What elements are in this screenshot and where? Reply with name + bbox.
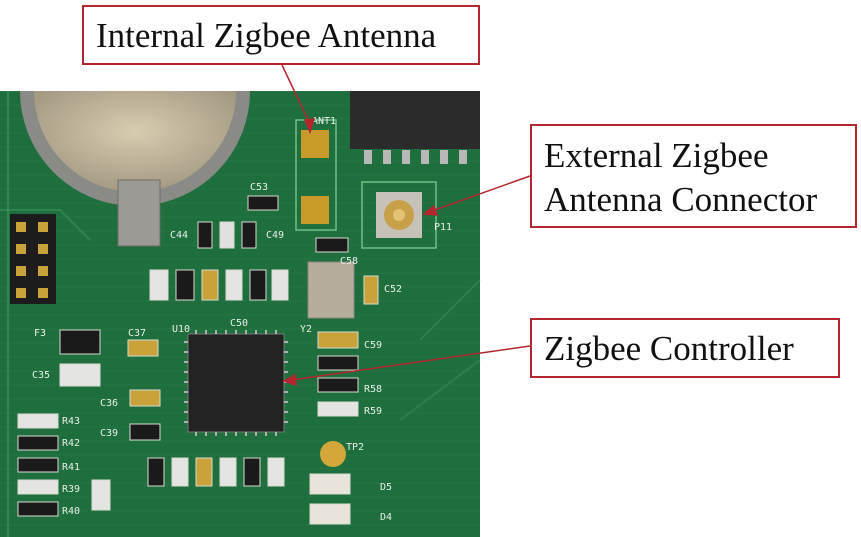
crystal-oscillator <box>307 261 355 319</box>
silk-r42: R42 <box>62 438 80 449</box>
silk-r40: R40 <box>62 506 80 517</box>
silk-tp2: TP2 <box>346 442 364 453</box>
silk-c53: C53 <box>250 182 268 193</box>
test-point <box>320 441 346 467</box>
silk-c52: C52 <box>384 284 402 295</box>
pcb-photo: U10 C37 C35 C36 C39 C50 C53 C44 C49 C58 … <box>0 64 531 537</box>
external-connector-callout: External Zigbee Antenna Connector <box>530 124 857 228</box>
silk-r41: R41 <box>62 462 80 473</box>
internal-antenna-label: Internal Zigbee Antenna <box>96 16 437 55</box>
silk-u10: U10 <box>172 324 190 335</box>
silk-c37: C37 <box>128 328 146 339</box>
silk-d5: D5 <box>380 482 392 493</box>
controller-label: Zigbee Controller <box>544 329 794 368</box>
silk-c50: C50 <box>230 318 248 329</box>
silk-p11: P11 <box>434 222 452 233</box>
silk-c39: C39 <box>100 428 118 439</box>
silk-c49: C49 <box>266 230 284 241</box>
silk-c44: C44 <box>170 230 188 241</box>
silk-c59: C59 <box>364 340 382 351</box>
silk-r58: R58 <box>364 384 382 395</box>
silk-c35: C35 <box>32 370 50 381</box>
silk-r39: R39 <box>62 484 80 495</box>
internal-antenna-callout: Internal Zigbee Antenna <box>82 5 480 65</box>
silk-c58: C58 <box>340 256 358 267</box>
zigbee-controller-chip <box>184 330 288 436</box>
external-connector-label-line1: External Zigbee <box>544 136 769 175</box>
silk-d4: D4 <box>380 512 392 523</box>
silk-r59: R59 <box>364 406 382 417</box>
silk-y2: Y2 <box>300 324 312 335</box>
controller-callout: Zigbee Controller <box>530 318 840 378</box>
silk-ant1: ANT1 <box>312 116 336 127</box>
left-pin-header <box>10 214 56 304</box>
silk-f3: F3 <box>34 328 46 339</box>
silk-c36: C36 <box>100 398 118 409</box>
silk-r43: R43 <box>62 416 80 427</box>
external-connector-label-line2: Antenna Connector <box>544 180 818 219</box>
